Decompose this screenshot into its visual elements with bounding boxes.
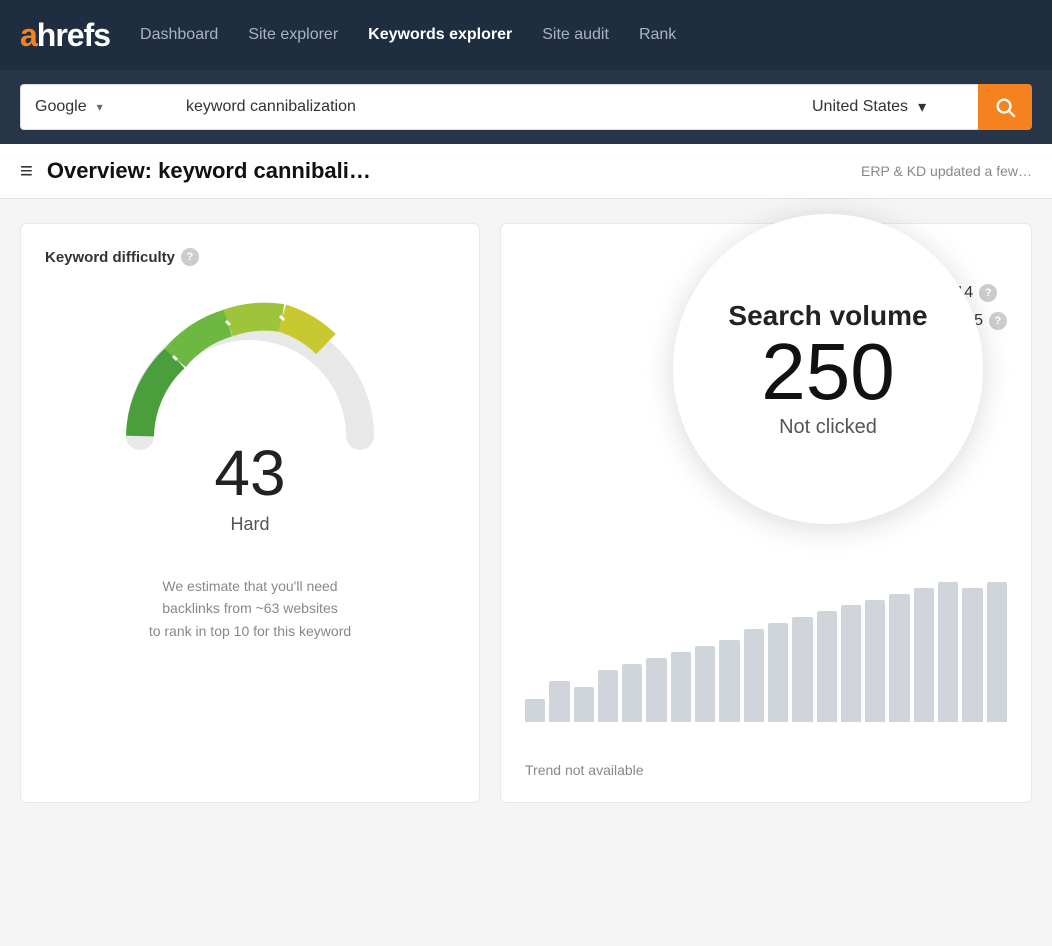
trend-bar-item xyxy=(889,594,909,722)
logo-brand: hrefs xyxy=(37,17,110,53)
kd-help-icon[interactable]: ? xyxy=(181,248,199,266)
trend-bar-item xyxy=(841,605,861,722)
kd-score-label: Hard xyxy=(230,514,269,535)
kd-label: Keyword difficulty ? xyxy=(45,248,455,266)
search-button[interactable] xyxy=(978,84,1032,130)
trend-bar-item xyxy=(768,623,788,722)
trend-bar-item xyxy=(549,681,569,722)
page-title: Overview: keyword cannibali… xyxy=(47,158,371,184)
trend-label: Trend not available xyxy=(525,762,644,778)
search-bar: Google ▾ United States ▾ xyxy=(0,70,1052,144)
navbar: ahrefs Dashboard Site explorer Keywords … xyxy=(0,0,1052,70)
trend-bar-item xyxy=(962,588,982,722)
engine-label: Google xyxy=(35,98,87,116)
kd-card: Keyword difficulty ? 43 xyxy=(20,223,480,803)
update-notice: ERP & KD updated a few… xyxy=(861,163,1032,179)
trend-bar-item xyxy=(574,687,594,722)
logo[interactable]: ahrefs xyxy=(20,17,110,54)
nav-dashboard[interactable]: Dashboard xyxy=(140,21,218,49)
main-content: Keyword difficulty ? 43 xyxy=(0,199,1052,827)
page-header: ≡ Overview: keyword cannibali… ERP & KD … xyxy=(0,144,1052,199)
trend-bar-item xyxy=(744,629,764,722)
sv-popup-number: 250 xyxy=(761,332,894,412)
nav-site-audit[interactable]: Site audit xyxy=(542,21,609,49)
gauge-chart xyxy=(120,296,380,456)
trend-bar-item xyxy=(938,582,958,722)
page-header-left: ≡ Overview: keyword cannibali… xyxy=(20,158,371,184)
kd-score: 43 xyxy=(214,436,285,510)
trend-chart xyxy=(525,562,1007,722)
search-icon xyxy=(994,96,1016,118)
nav-keywords-explorer[interactable]: Keywords explorer xyxy=(368,21,512,49)
rr-help-icon[interactable]: ? xyxy=(979,284,997,302)
sv-card: Search volume 250 Not clicked RR 1.14 ? … xyxy=(500,223,1032,803)
country-chevron: ▾ xyxy=(918,97,926,117)
trend-bar-item xyxy=(646,658,666,722)
kd-footer: We estimate that you'll need backlinks f… xyxy=(45,575,455,642)
sv-popup-sub: Not clicked xyxy=(779,416,877,439)
nav-links: Dashboard Site explorer Keywords explore… xyxy=(140,21,1032,49)
engine-chevron: ▾ xyxy=(97,100,103,114)
trend-bar-item xyxy=(865,600,885,723)
hamburger-icon[interactable]: ≡ xyxy=(20,158,33,184)
trend-bar-item xyxy=(695,646,715,722)
logo-prefix: a xyxy=(20,17,37,53)
trend-bar-item xyxy=(622,664,642,722)
sv-popup: Search volume 250 Not clicked xyxy=(673,214,983,524)
nav-rank[interactable]: Rank xyxy=(639,21,676,49)
trend-bar-item xyxy=(719,640,739,722)
trend-bar-item xyxy=(987,582,1007,722)
cps-help-icon[interactable]: ? xyxy=(989,312,1007,330)
trend-bar-item xyxy=(598,670,618,723)
nav-site-explorer[interactable]: Site explorer xyxy=(248,21,338,49)
gauge-container: 43 Hard xyxy=(45,296,455,535)
trend-bar-item xyxy=(817,611,837,722)
engine-select[interactable]: Google ▾ xyxy=(20,84,170,130)
trend-bar-item xyxy=(914,588,934,722)
trend-bar-item xyxy=(792,617,812,722)
country-select[interactable]: United States ▾ xyxy=(798,84,978,130)
keyword-input[interactable] xyxy=(170,84,798,130)
trend-bar-item xyxy=(525,699,545,722)
country-label: United States xyxy=(812,98,908,116)
trend-bar-item xyxy=(671,652,691,722)
